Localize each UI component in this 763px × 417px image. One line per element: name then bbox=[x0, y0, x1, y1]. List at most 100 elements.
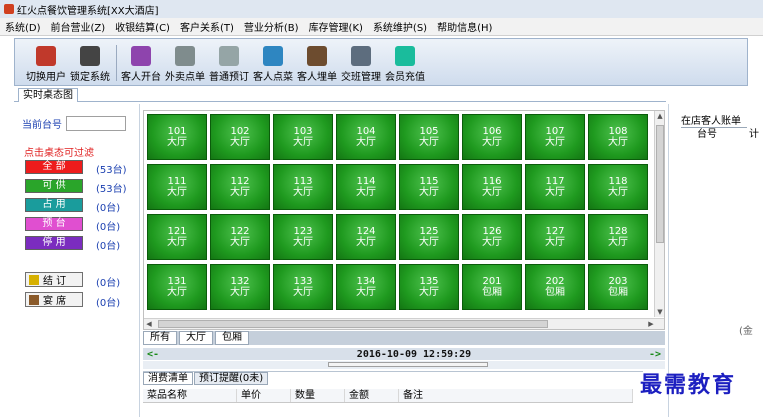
printer-icon bbox=[175, 46, 195, 66]
table-cell[interactable]: 128 大厅 bbox=[588, 214, 648, 260]
menu-item-1[interactable]: 前台营业(Z) bbox=[46, 19, 111, 34]
scroll-up-icon[interactable]: ▲ bbox=[655, 111, 664, 121]
menu-item-2[interactable]: 收银结算(C) bbox=[110, 19, 175, 34]
toolbar-button-1-1[interactable]: 外卖点单 bbox=[164, 46, 206, 85]
bottom-tab-1[interactable]: 预订提醒(0未) bbox=[194, 372, 269, 385]
toolbar-button-1-0[interactable]: 客人开台 bbox=[120, 46, 162, 85]
area-tab-2[interactable]: 包厢 bbox=[215, 331, 249, 345]
table-number: 102 bbox=[230, 126, 250, 137]
table-cell[interactable]: 121 大厅 bbox=[147, 214, 207, 260]
panel-splitter[interactable] bbox=[143, 361, 665, 369]
table-cell[interactable]: 107 大厅 bbox=[525, 114, 585, 160]
filter-button-3[interactable]: 预 台 bbox=[25, 217, 83, 231]
table-no-row: 当前台号 bbox=[22, 116, 126, 131]
toolbar-button-label: 客人点菜 bbox=[253, 72, 293, 83]
toolbar-button-0-0[interactable]: 切换用户 bbox=[25, 46, 67, 85]
menu-item-4[interactable]: 营业分析(B) bbox=[239, 19, 304, 34]
table-cell[interactable]: 122 大厅 bbox=[210, 214, 270, 260]
splitter-grip[interactable] bbox=[328, 362, 488, 367]
table-cell[interactable]: 132 大厅 bbox=[210, 264, 270, 310]
table-cell[interactable]: 101 大厅 bbox=[147, 114, 207, 160]
filter-title: 点击桌态可过滤 bbox=[24, 148, 94, 159]
table-cell[interactable]: 105 大厅 bbox=[399, 114, 459, 160]
horizontal-scrollbar[interactable]: ◀ ▶ bbox=[144, 318, 664, 329]
menu-item-7[interactable]: 帮助信息(H) bbox=[432, 19, 497, 34]
toolbar-button-1-4[interactable]: 客人埋单 bbox=[296, 46, 338, 85]
table-no-input[interactable] bbox=[66, 116, 126, 131]
table-cell[interactable]: 103 大厅 bbox=[273, 114, 333, 160]
table-area: 大厅 bbox=[230, 237, 250, 248]
menu-item-6[interactable]: 系统维护(S) bbox=[368, 19, 432, 34]
toolbar-button-1-3[interactable]: 客人点菜 bbox=[252, 46, 294, 85]
tab-table-status[interactable]: 实时桌态图 bbox=[18, 88, 78, 102]
action-button-1[interactable]: 宴 席 bbox=[25, 292, 83, 307]
table-cell[interactable]: 201 包厢 bbox=[462, 264, 522, 310]
filter-count-3: (0台) bbox=[96, 222, 121, 233]
table-area: 大厅 bbox=[482, 237, 502, 248]
table-cell[interactable]: 133 大厅 bbox=[273, 264, 333, 310]
scroll-left-icon[interactable]: ◀ bbox=[144, 319, 154, 329]
table-cell[interactable]: 127 大厅 bbox=[525, 214, 585, 260]
filter-button-4[interactable]: 停 用 bbox=[25, 236, 83, 250]
column-header-2[interactable]: 数量 bbox=[291, 389, 345, 402]
user-switch-icon bbox=[36, 46, 56, 66]
filter-button-2[interactable]: 占 用 bbox=[25, 198, 83, 212]
datetime-display: 2016-10-09 12:59:29 bbox=[356, 348, 472, 360]
filter-button-1[interactable]: 可 供 bbox=[25, 179, 83, 193]
table-cell[interactable]: 118 大厅 bbox=[588, 164, 648, 210]
area-tab-1[interactable]: 大厅 bbox=[179, 331, 213, 345]
menu-item-0[interactable]: 系统(D) bbox=[0, 19, 46, 34]
table-cell[interactable]: 102 大厅 bbox=[210, 114, 270, 160]
toolbar-button-1-5[interactable]: 交班管理 bbox=[340, 46, 382, 85]
toolbar-button-label: 客人开台 bbox=[121, 72, 161, 83]
table-cell[interactable]: 125 大厅 bbox=[399, 214, 459, 260]
area-tabs: 所有 大厅 包厢 bbox=[143, 331, 665, 345]
table-cell[interactable]: 108 大厅 bbox=[588, 114, 648, 160]
table-number: 125 bbox=[419, 226, 439, 237]
table-cell[interactable]: 123 大厅 bbox=[273, 214, 333, 260]
table-cell[interactable]: 104 大厅 bbox=[336, 114, 396, 160]
table-cell[interactable]: 116 大厅 bbox=[462, 164, 522, 210]
table-cell[interactable]: 112 大厅 bbox=[210, 164, 270, 210]
table-area: 大厅 bbox=[482, 187, 502, 198]
toolbar-button-1-6[interactable]: 会员充值 bbox=[384, 46, 426, 85]
toolbar-button-1-2[interactable]: 普通预订 bbox=[208, 46, 250, 85]
area-tab-0[interactable]: 所有 bbox=[143, 331, 177, 345]
table-cell[interactable]: 111 大厅 bbox=[147, 164, 207, 210]
column-header-3[interactable]: 金额 bbox=[345, 389, 399, 402]
table-cell[interactable]: 117 大厅 bbox=[525, 164, 585, 210]
table-number: 107 bbox=[545, 126, 565, 137]
filter-count-2: (0台) bbox=[96, 203, 121, 214]
table-cell[interactable]: 115 大厅 bbox=[399, 164, 459, 210]
action-button-0[interactable]: 结 订 bbox=[25, 272, 83, 287]
scroll-thumb[interactable] bbox=[656, 125, 664, 243]
prev-arrow[interactable]: <- bbox=[147, 349, 159, 360]
table-cell[interactable]: 202 包厢 bbox=[525, 264, 585, 310]
table-cell[interactable]: 135 大厅 bbox=[399, 264, 459, 310]
bottom-panel: 消费清单 预订提醒(0未) 菜品名称 单价 数量 金额 备注 bbox=[143, 371, 643, 417]
scroll-right-icon[interactable]: ▶ bbox=[646, 319, 656, 329]
scroll-down-icon[interactable]: ▼ bbox=[655, 307, 664, 317]
table-cell[interactable]: 114 大厅 bbox=[336, 164, 396, 210]
hscroll-thumb[interactable] bbox=[158, 320, 548, 328]
table-cell[interactable]: 106 大厅 bbox=[462, 114, 522, 160]
table-cell[interactable]: 126 大厅 bbox=[462, 214, 522, 260]
table-cell[interactable]: 131 大厅 bbox=[147, 264, 207, 310]
vertical-scrollbar[interactable]: ▲ ▼ bbox=[654, 111, 664, 317]
filter-button-0[interactable]: 全 部 bbox=[25, 160, 83, 174]
table-cell[interactable]: 134 大厅 bbox=[336, 264, 396, 310]
table-number: 111 bbox=[167, 176, 187, 187]
column-header-1[interactable]: 单价 bbox=[237, 389, 291, 402]
column-header-0[interactable]: 菜品名称 bbox=[143, 389, 237, 402]
table-cell[interactable]: 124 大厅 bbox=[336, 214, 396, 260]
table-cell[interactable]: 113 大厅 bbox=[273, 164, 333, 210]
table-cell[interactable]: 203 包厢 bbox=[588, 264, 648, 310]
column-header-4[interactable]: 备注 bbox=[399, 389, 633, 402]
order-list-header: 菜品名称 单价 数量 金额 备注 bbox=[143, 389, 633, 403]
toolbar-button-0-1[interactable]: 锁定系统 bbox=[69, 46, 111, 85]
bottom-tab-0[interactable]: 消费清单 bbox=[143, 372, 193, 385]
menu-item-5[interactable]: 库存管理(K) bbox=[304, 19, 368, 34]
menu-item-3[interactable]: 客户关系(T) bbox=[175, 19, 239, 34]
reservation-icon bbox=[219, 46, 239, 66]
next-arrow[interactable]: -> bbox=[649, 349, 661, 360]
